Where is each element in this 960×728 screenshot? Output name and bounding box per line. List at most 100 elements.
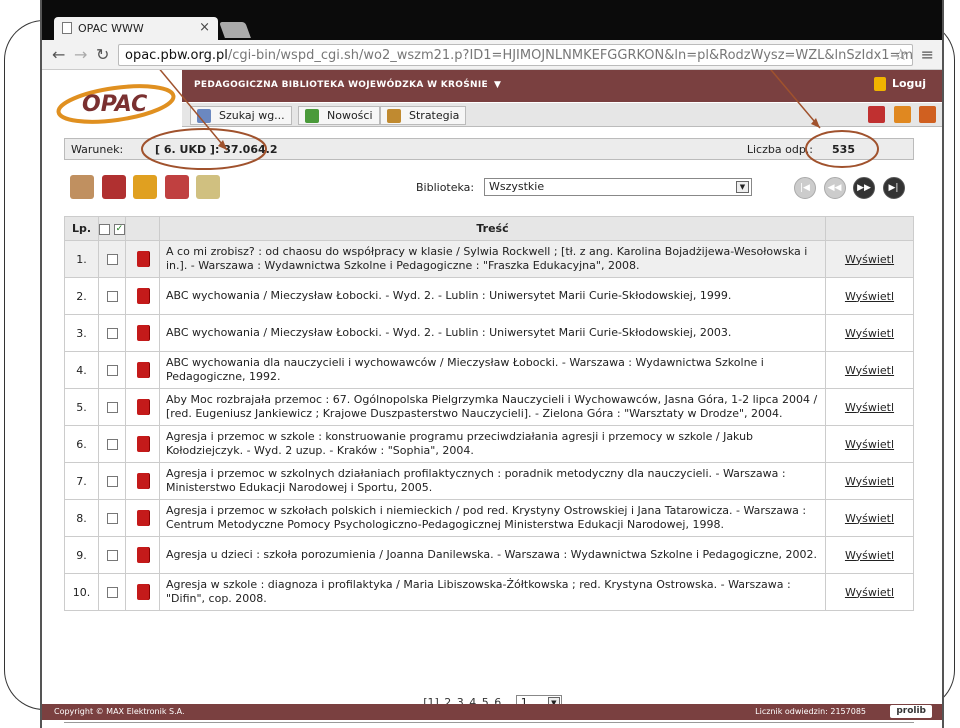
previous-page-icon[interactable]: ◀◀ bbox=[823, 177, 846, 199]
menu-item-label: Szukaj wg... bbox=[219, 109, 285, 122]
strategy-icon bbox=[387, 109, 401, 123]
row-checkbox[interactable] bbox=[106, 328, 118, 339]
book-cell bbox=[125, 314, 160, 352]
show-record-link[interactable]: Wyświetl bbox=[845, 401, 894, 414]
show-cell: Wyświetl bbox=[825, 573, 914, 611]
forward-arrow-icon[interactable]: → bbox=[74, 45, 87, 64]
address-bar[interactable]: opac.pbw.org.pl/cgi-bin/wspd_cgi.sh/wo2_… bbox=[118, 44, 913, 66]
row-select bbox=[98, 536, 126, 574]
show-record-link[interactable]: Wyświetl bbox=[845, 475, 894, 488]
new-items-icon bbox=[305, 109, 319, 123]
library-selector[interactable]: PEDAGOGICZNA BIBLIOTEKA WOJEWÓDZKA W KRO… bbox=[194, 80, 501, 90]
result-count-label: Liczba odp.: bbox=[746, 143, 813, 156]
book-icon bbox=[136, 547, 149, 563]
book-cell bbox=[125, 573, 160, 611]
export-icon[interactable] bbox=[164, 175, 189, 199]
row-number: 9. bbox=[64, 536, 99, 574]
book-icon bbox=[136, 510, 149, 526]
row-number: 8. bbox=[64, 499, 99, 537]
show-record-link[interactable]: Wyświetl bbox=[845, 586, 894, 599]
checklist-icon[interactable] bbox=[196, 175, 220, 199]
row-number: 10. bbox=[64, 573, 99, 611]
hamburger-menu-icon[interactable]: ≡ bbox=[921, 45, 934, 64]
show-record-link[interactable]: Wyświetl bbox=[845, 549, 894, 562]
library-header-bar: PEDAGOGICZNA BIBLIOTEKA WOJEWÓDZKA W KRO… bbox=[182, 70, 942, 102]
help-icon[interactable] bbox=[919, 106, 936, 123]
checkbox-all[interactable]: ✓ bbox=[113, 223, 125, 235]
browser-window: OPAC WWW × ← → ↻ opac.pbw.org.pl/cgi-bin… bbox=[40, 0, 944, 728]
copyright: Copyright © MAX Elektronik S.A. bbox=[54, 707, 185, 716]
row-number: 5. bbox=[64, 388, 99, 426]
menu-item-strategy[interactable]: Strategia bbox=[380, 106, 467, 125]
checkbox-none[interactable] bbox=[99, 223, 111, 235]
show-cell: Wyświetl bbox=[825, 277, 914, 315]
condition-label: Warunek: bbox=[71, 143, 124, 156]
book-cell bbox=[125, 351, 160, 389]
menu-item-new[interactable]: Nowości bbox=[298, 106, 380, 125]
show-record-link[interactable]: Wyświetl bbox=[845, 253, 894, 266]
record-description: ABC wychowania / Mieczysław Łobocki. - W… bbox=[159, 277, 826, 315]
show-record-link[interactable]: Wyświetl bbox=[845, 290, 894, 303]
book-icon bbox=[136, 584, 149, 600]
close-icon[interactable]: × bbox=[199, 20, 210, 35]
print-icon[interactable] bbox=[70, 175, 94, 199]
table-row: 4. ABC wychowania dla nauczycieli i wycho… bbox=[64, 351, 914, 389]
table-row: 8. Agresja i przemoc w szkołach polskich … bbox=[64, 499, 914, 537]
browser-tab[interactable]: OPAC WWW × bbox=[54, 17, 218, 40]
show-record-link[interactable]: Wyświetl bbox=[845, 327, 894, 340]
row-checkbox[interactable] bbox=[106, 365, 118, 376]
row-checkbox[interactable] bbox=[106, 587, 118, 598]
show-record-link[interactable]: Wyświetl bbox=[845, 364, 894, 377]
select-all-header: ✓ bbox=[98, 216, 126, 241]
show-record-link[interactable]: Wyświetl bbox=[845, 512, 894, 525]
bookmark-star-icon[interactable]: ☆ bbox=[894, 45, 908, 64]
back-arrow-icon[interactable]: ← bbox=[52, 45, 65, 64]
row-checkbox[interactable] bbox=[106, 550, 118, 561]
library-filter-select[interactable]: Wszystkie ▼ bbox=[484, 178, 752, 196]
condition-value: [ 6. UKD ]: 37.064.2 bbox=[155, 143, 278, 156]
book-cell bbox=[125, 388, 160, 426]
action-toolbar bbox=[70, 175, 224, 203]
results-table: Lp. ✓ Treść 1. A co mi zrobisz? : od chao… bbox=[64, 216, 914, 611]
caret-down-icon: ▼ bbox=[493, 80, 502, 90]
row-checkbox[interactable] bbox=[106, 402, 118, 413]
page-content: OPAC PEDAGOGICZNA BIBLIOTEKA WOJEWÓDZKA … bbox=[42, 70, 942, 728]
save-icon[interactable] bbox=[101, 175, 126, 199]
menu-bar: Szukaj wg... Nowości Strategia bbox=[182, 103, 942, 127]
show-cell: Wyświetl bbox=[825, 499, 914, 537]
record-description: Agresja i przemoc w szkołach polskich i … bbox=[159, 499, 826, 537]
result-count-value: 535 bbox=[832, 143, 855, 156]
book-icon bbox=[136, 473, 149, 489]
table-header-row: Lp. ✓ Treść bbox=[64, 216, 914, 241]
row-select bbox=[98, 314, 126, 352]
action-column-header bbox=[825, 216, 914, 241]
divider bbox=[64, 722, 914, 723]
show-record-link[interactable]: Wyświetl bbox=[845, 438, 894, 451]
row-checkbox[interactable] bbox=[106, 476, 118, 487]
gift-icon[interactable] bbox=[868, 106, 885, 123]
login-button[interactable]: Loguj bbox=[873, 77, 926, 91]
first-page-icon[interactable]: |◀ bbox=[794, 177, 816, 199]
next-page-icon[interactable]: ▶▶ bbox=[853, 177, 875, 199]
menu-item-search[interactable]: Szukaj wg... bbox=[190, 106, 292, 125]
row-number: 7. bbox=[64, 462, 99, 500]
table-row: 1. A co mi zrobisz? : od chaosu do współp… bbox=[64, 240, 914, 278]
home-icon[interactable] bbox=[893, 106, 911, 123]
email-icon[interactable] bbox=[133, 175, 157, 199]
row-checkbox[interactable] bbox=[106, 513, 118, 524]
new-tab-button[interactable] bbox=[219, 22, 251, 38]
login-label: Loguj bbox=[891, 77, 926, 90]
book-cell bbox=[125, 536, 160, 574]
show-cell: Wyświetl bbox=[825, 314, 914, 352]
reload-icon[interactable]: ↻ bbox=[96, 45, 109, 64]
row-checkbox[interactable] bbox=[106, 254, 118, 265]
row-select bbox=[98, 499, 126, 537]
row-select bbox=[98, 277, 126, 315]
row-checkbox[interactable] bbox=[106, 439, 118, 450]
column-header-lp: Lp. bbox=[64, 216, 99, 241]
dropdown-arrow-icon: ▼ bbox=[736, 181, 749, 193]
last-page-icon[interactable]: ▶| bbox=[882, 177, 905, 199]
search-book-icon bbox=[197, 109, 211, 123]
row-checkbox[interactable] bbox=[106, 291, 118, 302]
prolib-logo: prolib bbox=[890, 705, 932, 718]
